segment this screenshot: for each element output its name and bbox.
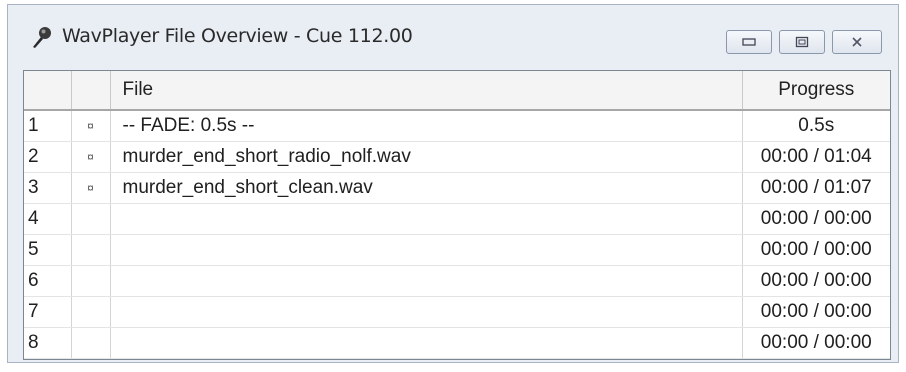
minimize-button[interactable] [726,30,772,54]
row-file [110,327,743,359]
row-file [110,296,743,328]
row-progress: 00:00 / 00:00 [742,234,890,266]
restore-button[interactable] [779,30,825,54]
row-state-icon [71,203,111,235]
row-progress: 00:00 / 00:00 [742,327,890,359]
mic-icon [30,25,54,49]
row-state-icon: ¤ [71,110,111,142]
table-row[interactable]: 7 00:00 / 00:00 [24,296,890,328]
row-progress: 00:00 / 01:04 [742,141,890,173]
table-row[interactable]: 6 00:00 / 00:00 [24,265,890,297]
wavplayer-window: WavPlayer File Overview - Cue 112.00 Fil… [7,4,899,363]
restore-icon [795,36,809,48]
header-row: File Progress [24,71,890,111]
header-state[interactable] [71,71,111,111]
row-file: murder_end_short_radio_nolf.wav [110,141,743,173]
row-state-icon [71,327,111,359]
row-state-icon: ¤ [71,141,111,173]
row-progress: 00:00 / 01:07 [742,172,890,204]
close-button[interactable] [832,30,882,54]
row-file: -- FADE: 0.5s -- [110,110,743,142]
row-number: 5 [24,234,72,266]
table-row[interactable]: 5 00:00 / 00:00 [24,234,890,266]
close-icon [852,37,862,47]
table-row[interactable]: 8 00:00 / 00:00 [24,327,890,359]
table-row[interactable]: 3 ¤ murder_end_short_clean.wav 00:00 / 0… [24,172,890,204]
row-number: 2 [24,141,72,173]
header-file[interactable]: File [110,71,743,111]
row-state-icon [71,234,111,266]
table-row[interactable]: 4 00:00 / 00:00 [24,203,890,235]
row-progress: 00:00 / 00:00 [742,203,890,235]
title-bar[interactable]: WavPlayer File Overview - Cue 112.00 [8,5,898,67]
window-title: WavPlayer File Overview - Cue 112.00 [62,25,413,47]
row-file [110,203,743,235]
row-progress: 00:00 / 00:00 [742,296,890,328]
file-table: File Progress 1 ¤ -- FADE: 0.5s -- 0.5s … [24,71,890,359]
row-state-icon [71,296,111,328]
row-file: murder_end_short_clean.wav [110,172,743,204]
row-number: 6 [24,265,72,297]
row-number: 3 [24,172,72,204]
table-row[interactable]: 2 ¤ murder_end_short_radio_nolf.wav 00:0… [24,141,890,173]
row-state-icon: ¤ [71,172,111,204]
minimize-icon [742,38,756,46]
row-number: 7 [24,296,72,328]
header-progress[interactable]: Progress [742,71,890,111]
row-number: 4 [24,203,72,235]
header-num[interactable] [24,71,72,111]
table-row[interactable]: 1 ¤ -- FADE: 0.5s -- 0.5s [24,110,890,142]
file-grid[interactable]: File Progress 1 ¤ -- FADE: 0.5s -- 0.5s … [23,70,891,360]
row-progress: 0.5s [742,110,890,142]
row-number: 1 [24,110,72,142]
row-file [110,234,743,266]
row-progress: 00:00 / 00:00 [742,265,890,297]
row-file [110,265,743,297]
row-state-icon [71,265,111,297]
row-number: 8 [24,327,72,359]
